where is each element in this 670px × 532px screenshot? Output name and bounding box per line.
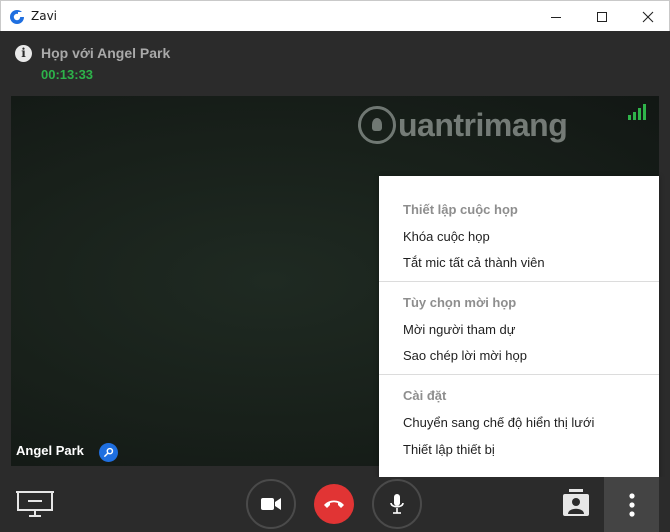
participants-button[interactable] (560, 486, 592, 520)
watermark-text: uantrimang (398, 106, 568, 143)
participant-name: Angel Park (16, 443, 84, 458)
menu-item-mute-all[interactable]: Tắt mic tất cả thành viên (403, 255, 643, 270)
menu-item-invite-participants[interactable]: Mời người tham dự (403, 322, 643, 337)
signal-strength-icon (628, 104, 646, 120)
meeting-timer: 00:13:33 (41, 67, 94, 82)
microphone-toggle-button[interactable] (372, 479, 422, 529)
menu-divider (379, 281, 659, 282)
screen-share-button[interactable] (14, 487, 56, 521)
call-toolbar (0, 477, 670, 532)
menu-item-copy-invitation[interactable]: Sao chép lời mời họp (403, 348, 643, 363)
minimize-button[interactable] (533, 1, 579, 32)
menu-header-settings: Cài đặt (403, 388, 447, 403)
hang-up-icon (324, 500, 344, 508)
screen-share-icon (16, 491, 54, 517)
minimize-icon (551, 16, 561, 18)
lightbulb-icon (358, 106, 396, 144)
menu-divider (379, 374, 659, 375)
menu-header-invite-options: Tùy chọn mời họp (403, 295, 517, 310)
menu-item-device-settings[interactable]: Thiết lập thiết bị (403, 442, 643, 457)
app-title: Zavi (31, 9, 58, 23)
meeting-options-menu: Thiết lập cuộc họp Khóa cuộc họp Tắt mic… (379, 176, 659, 478)
camera-toggle-button[interactable] (246, 479, 296, 529)
menu-item-lock-meeting[interactable]: Khóa cuộc họp (403, 229, 643, 244)
maximize-button[interactable] (579, 1, 625, 32)
close-button[interactable] (625, 1, 670, 32)
participants-icon (563, 489, 589, 516)
more-options-icon (628, 492, 635, 517)
meeting-title: Họp với Angel Park (41, 45, 171, 61)
maximize-icon (597, 11, 607, 22)
hang-up-button[interactable] (314, 484, 354, 524)
zavi-logo-icon (9, 9, 25, 25)
menu-header-meeting-settings: Thiết lập cuộc họp (403, 202, 518, 217)
microphone-icon (390, 494, 404, 514)
title-bar: Zavi (0, 0, 670, 31)
key-icon (103, 447, 114, 458)
close-icon (642, 11, 654, 22)
menu-item-grid-view[interactable]: Chuyển sang chế độ hiển thị lưới (403, 415, 643, 430)
pin-badge[interactable] (99, 443, 118, 462)
camera-icon (261, 498, 281, 510)
more-options-button[interactable] (604, 477, 659, 532)
watermark-logo: uantrimang (358, 102, 568, 148)
info-icon[interactable]: i (15, 45, 32, 62)
